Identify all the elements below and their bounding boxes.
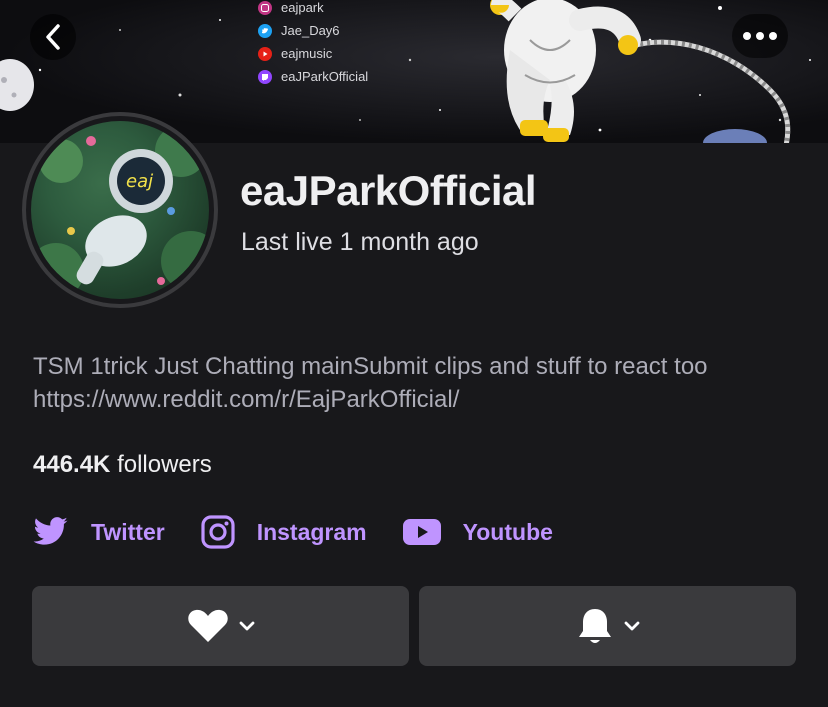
- banner-social-row: eajmusic: [258, 42, 368, 65]
- chevron-left-icon: [46, 24, 60, 50]
- instagram-icon: [201, 515, 235, 549]
- avatar-image: eaj: [31, 121, 209, 299]
- channel-bio: TSM 1trick Just Chatting mainSubmit clip…: [33, 353, 708, 413]
- chevron-down-icon: [239, 621, 254, 631]
- youtube-link-label: Youtube: [462, 518, 553, 545]
- banner-social-row: Jae_Day6: [258, 19, 368, 42]
- twitter-icon: [258, 23, 272, 38]
- youtube-icon: [402, 518, 441, 546]
- instagram-link-label: Instagram: [256, 518, 367, 545]
- banner-social-label: Jae_Day6: [281, 23, 340, 38]
- instagram-icon: [258, 0, 272, 15]
- more-options-button[interactable]: [732, 14, 788, 58]
- banner-social-label: eajpark: [281, 0, 324, 15]
- youtube-link[interactable]: Youtube: [402, 518, 553, 546]
- heart-icon: [187, 609, 228, 642]
- back-button[interactable]: [30, 14, 76, 60]
- followers-number: 446.4K: [33, 451, 111, 478]
- banner-social-label: eaJParkOfficial: [281, 69, 369, 84]
- avatar-visor-text: eaj: [126, 171, 153, 192]
- instagram-link[interactable]: Instagram: [201, 515, 367, 549]
- avatar[interactable]: eaj: [22, 112, 218, 308]
- banner-social-row: eaJParkOfficial: [258, 65, 368, 88]
- banner-social-list: eajpark Jae_Day6 eajmusic eaJParkOfficia…: [258, 0, 368, 88]
- last-live-status: Last live 1 month ago: [241, 228, 479, 256]
- twitter-icon: [33, 517, 69, 547]
- twitch-icon: [258, 69, 272, 84]
- social-links: Twitter Instagram Youtube: [33, 515, 589, 549]
- banner-social-label: eajmusic: [281, 46, 333, 61]
- followers-count: 446.4K followers: [33, 451, 212, 479]
- follow-button[interactable]: [32, 586, 409, 666]
- banner-social-row: eajpark: [258, 0, 368, 19]
- ellipsis-icon: [743, 32, 777, 40]
- notifications-button[interactable]: [419, 586, 796, 666]
- avatar-illustration: eaj: [31, 125, 209, 299]
- followers-label: followers: [117, 451, 212, 478]
- channel-name: eaJParkOfficial: [240, 167, 537, 214]
- twitter-link-label: Twitter: [91, 518, 165, 545]
- twitter-link[interactable]: Twitter: [33, 517, 165, 547]
- chevron-down-icon: [624, 621, 639, 631]
- youtube-icon: [258, 46, 272, 61]
- bell-icon: [578, 609, 611, 643]
